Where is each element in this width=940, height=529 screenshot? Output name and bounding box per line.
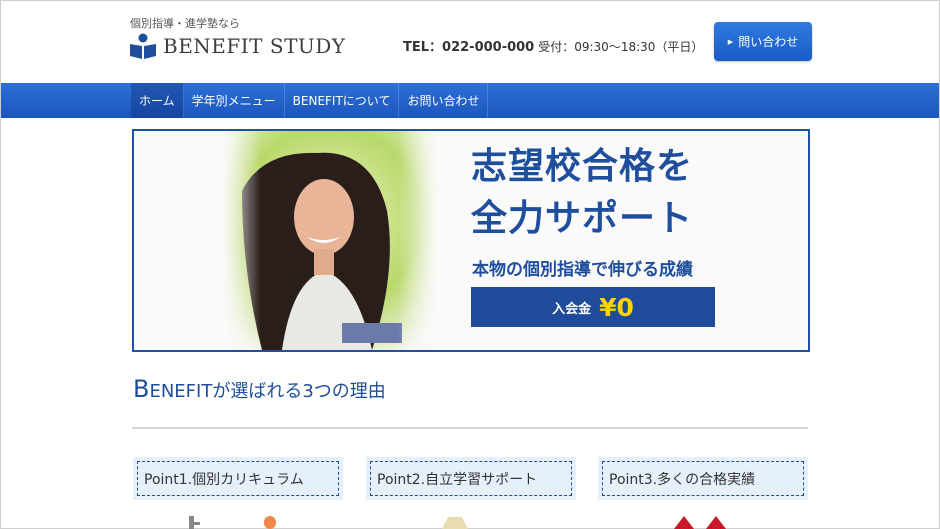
study-illustration bbox=[442, 517, 468, 529]
section-divider bbox=[132, 427, 808, 429]
main-nav: ホーム 学年別メニュー BENEFITについて お問い合わせ bbox=[1, 83, 939, 118]
tel-number: TEL：022-000-000 bbox=[403, 40, 535, 55]
hero-subtitle: 本物の個別指導で伸びる成績 bbox=[472, 260, 693, 280]
section-title-rest: ENEFITが選ばれる3つの理由 bbox=[149, 381, 386, 402]
arrow-right-icon: ▶ bbox=[727, 37, 734, 46]
nav-item-contact[interactable]: お問い合わせ bbox=[399, 83, 489, 118]
point-card-2: Point2.自立学習サポート bbox=[366, 457, 576, 500]
logo-text: BENEFIT STUDY bbox=[163, 34, 346, 58]
nav-item-home[interactable]: ホーム bbox=[131, 83, 184, 118]
entry-fee-value: ¥0 bbox=[599, 292, 634, 322]
hero-headline-2: 全力サポート bbox=[471, 198, 694, 239]
book-person-icon bbox=[130, 33, 156, 59]
entry-fee-badge: 入会金 ¥0 bbox=[471, 287, 715, 327]
contact-button[interactable]: ▶ 問い合わせ bbox=[714, 22, 812, 61]
point-label-1: Point1.個別カリキュラム bbox=[137, 461, 339, 496]
business-hours: 受付：09:30〜18:30（平日） bbox=[538, 40, 704, 54]
nav-item-grade-menu[interactable]: 学年別メニュー bbox=[184, 83, 285, 118]
site-tagline: 個別指導・進学塾なら bbox=[130, 17, 240, 30]
curriculum-illustration bbox=[189, 516, 276, 529]
point-card-3: Point3.多くの合格実績 bbox=[598, 457, 808, 500]
point-label-3: Point3.多くの合格実績 bbox=[602, 461, 804, 496]
point-card-1: Point1.個別カリキュラム bbox=[133, 457, 343, 500]
hero-photo bbox=[222, 131, 437, 350]
section-title-initial: B bbox=[133, 375, 150, 403]
site-logo[interactable]: BENEFIT STUDY bbox=[129, 33, 346, 59]
point-label-2: Point2.自立学習サポート bbox=[370, 461, 572, 496]
achievement-illustration bbox=[674, 516, 726, 529]
contact-button-label: 問い合わせ bbox=[738, 35, 799, 49]
hero-banner[interactable]: 志望校合格を 全力サポート 本物の個別指導で伸びる成績 入会金 ¥0 bbox=[132, 129, 810, 352]
section-title: BENEFITが選ばれる3つの理由 bbox=[133, 375, 386, 403]
entry-fee-label: 入会金 bbox=[552, 301, 592, 317]
nav-item-about[interactable]: BENEFITについて bbox=[285, 83, 400, 118]
hero-headline-1: 志望校合格を bbox=[471, 146, 694, 187]
contact-info: TEL：022-000-000 受付：09:30〜18:30（平日） bbox=[403, 36, 703, 55]
